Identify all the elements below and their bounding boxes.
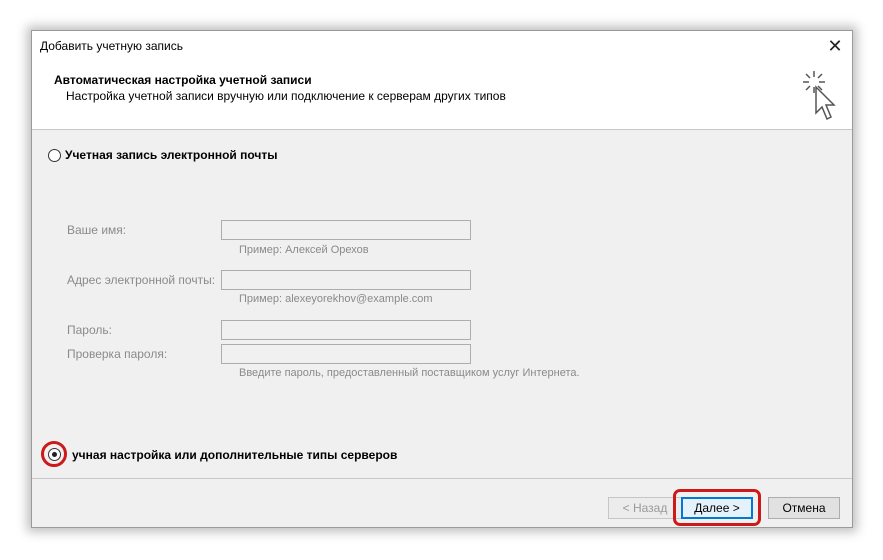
confirm-password-input[interactable] [221, 344, 471, 364]
email-account-radio[interactable] [48, 149, 61, 162]
email-label: Адрес электронной почты: [67, 273, 216, 287]
name-hint: Пример: Алексей Орехов [239, 244, 369, 256]
header-title: Автоматическая настройка учетной записи [54, 73, 312, 87]
cursor-sparkle-icon [803, 71, 836, 121]
back-button[interactable]: < Назад [608, 497, 682, 519]
window-title: Добавить учетную запись [40, 39, 183, 53]
manual-setup-radio[interactable] [48, 448, 61, 461]
email-input[interactable] [221, 270, 471, 290]
password-label: Пароль: [67, 323, 112, 337]
cancel-button[interactable]: Отмена [768, 497, 840, 519]
wizard-header: Автоматическая настройка учетной записи … [32, 61, 852, 130]
title-bar: Добавить учетную запись ✕ [32, 31, 852, 61]
add-account-dialog: Добавить учетную запись ✕ Автоматическая… [31, 30, 853, 528]
password-hint: Введите пароль, предоставленный поставщи… [239, 367, 580, 379]
divider-bottom [32, 478, 852, 479]
manual-setup-label[interactable]: учная настройка или дополнительные типы … [72, 448, 397, 462]
header-subtitle: Настройка учетной записи вручную или под… [66, 89, 506, 103]
password-input[interactable] [221, 320, 471, 340]
next-button[interactable]: Далее > [681, 497, 753, 519]
email-account-label[interactable]: Учетная запись электронной почты [65, 148, 278, 162]
name-input[interactable] [221, 220, 471, 240]
confirm-password-label: Проверка пароля: [67, 347, 168, 361]
name-label: Ваше имя: [67, 223, 127, 237]
divider-top [32, 129, 852, 130]
close-button[interactable]: ✕ [824, 35, 846, 57]
close-icon: ✕ [827, 36, 843, 56]
email-hint: Пример: alexeyorekhov@example.com [239, 293, 433, 305]
